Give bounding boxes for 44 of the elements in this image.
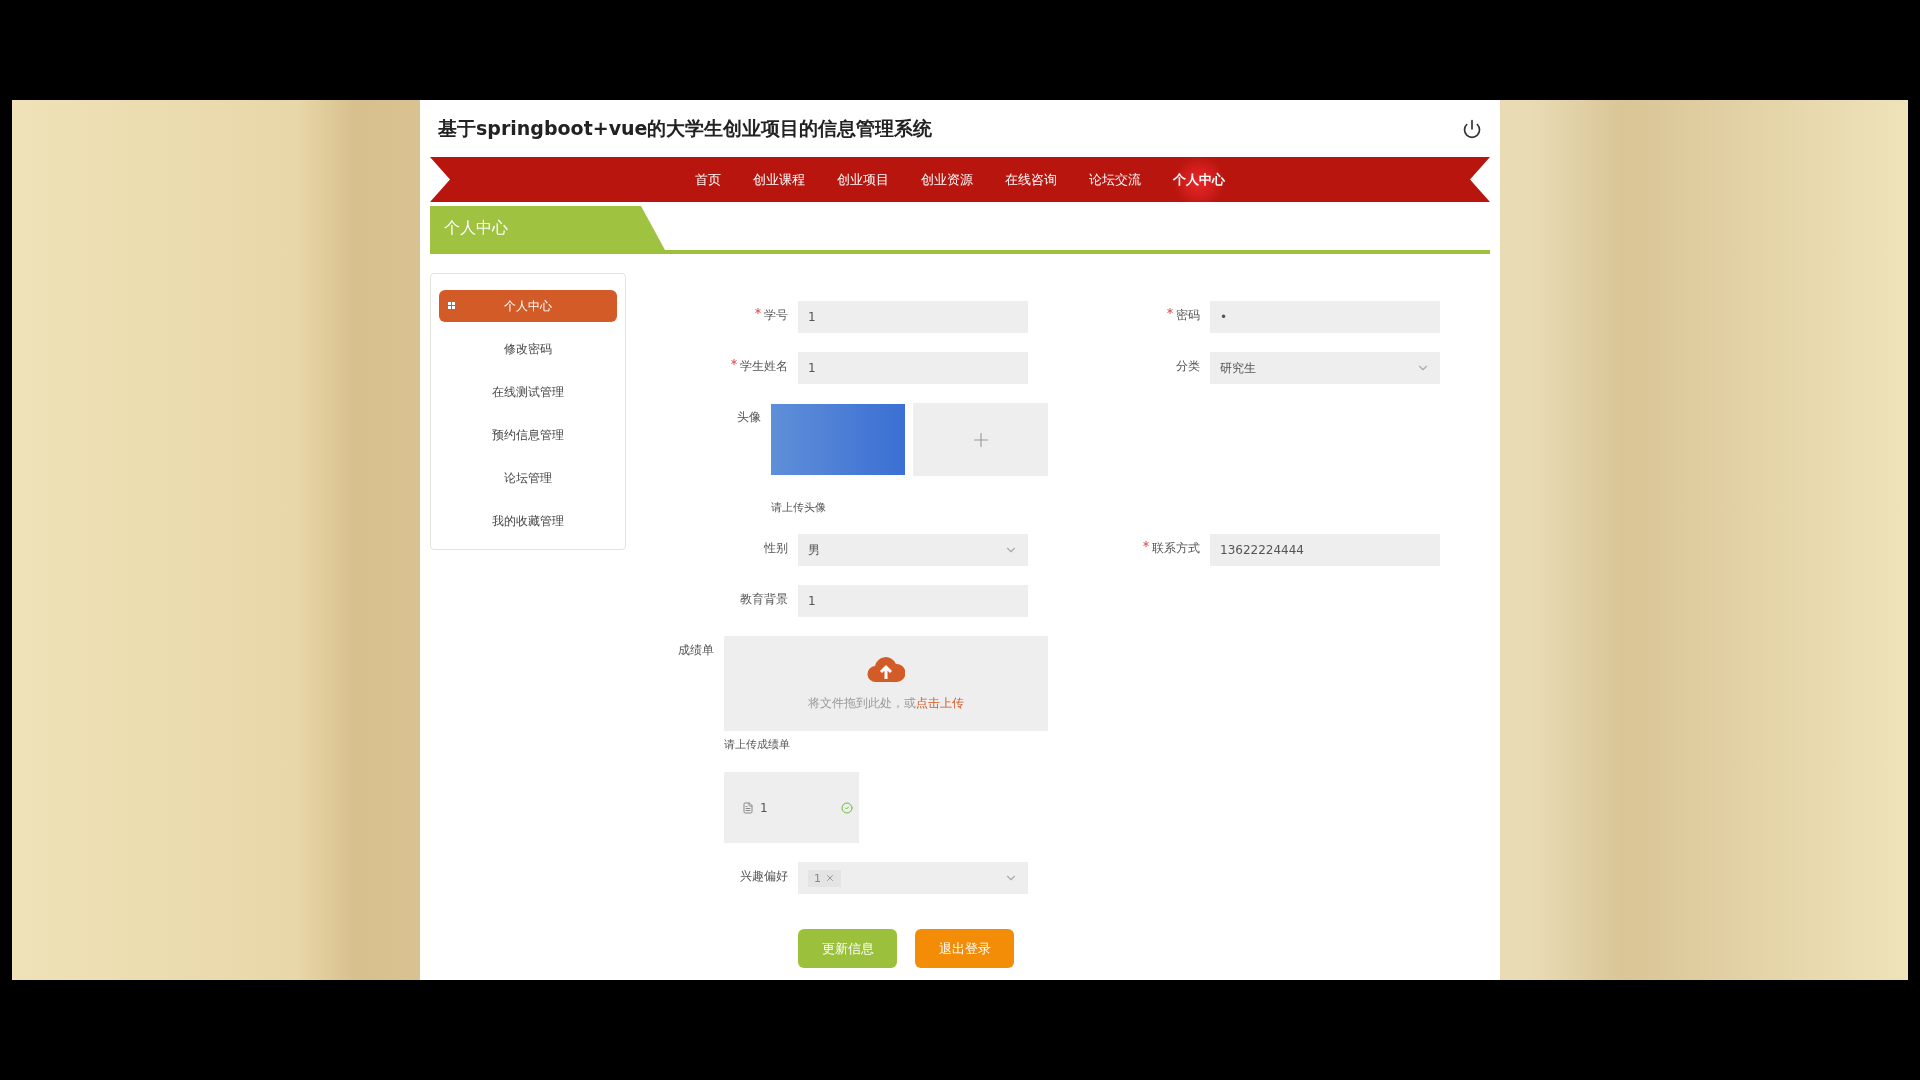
upload-hint: 请上传成绩单	[724, 737, 791, 752]
field-label: 性别	[763, 540, 789, 557]
nav-link[interactable]: 创业项目	[823, 157, 903, 202]
close-icon[interactable]	[825, 873, 835, 883]
nav-link[interactable]: 创业课程	[739, 157, 819, 202]
text-field[interactable]: 1	[798, 301, 1028, 333]
drop-instruction: 将文件拖到此处，或点击上传	[808, 695, 964, 712]
select-field[interactable]: 研究生	[1210, 352, 1440, 384]
upload-hint: 请上传头像	[771, 500, 827, 515]
text-field[interactable]: •	[1210, 301, 1440, 333]
app-title: 基于springboot+vue的大学生创业项目的信息管理系统	[438, 115, 933, 141]
file-drop-zone[interactable]: 将文件拖到此处，或点击上传	[724, 636, 1048, 731]
file-name: 1	[760, 800, 769, 815]
field-label: 成绩单	[677, 642, 715, 659]
select-field[interactable]: 男	[798, 534, 1028, 566]
field-label: 密码	[1048, 301, 1210, 329]
nav-link[interactable]: 创业资源	[907, 157, 987, 202]
field-label: 头像	[736, 409, 762, 426]
nav-link[interactable]: 在线咨询	[991, 157, 1071, 202]
field-label: 分类	[1175, 358, 1201, 375]
text-field[interactable]: 1	[798, 352, 1028, 384]
text-field[interactable]: 13622224444	[1210, 534, 1440, 566]
nav-link[interactable]: 首页	[681, 157, 735, 202]
sidebar-item[interactable]: 在线测试管理	[439, 376, 617, 408]
cloud-upload-icon	[867, 655, 905, 683]
file-icon	[742, 801, 754, 814]
power-button[interactable]	[1462, 118, 1482, 139]
field-label: 学生姓名	[636, 352, 798, 380]
upload-link[interactable]: 点击上传	[916, 696, 964, 710]
nav-link[interactable]: 论坛交流	[1075, 157, 1155, 202]
sidebar-item[interactable]: 我的收藏管理	[439, 505, 617, 537]
section-title: 个人中心	[430, 206, 665, 250]
sidebar-item[interactable]: 修改密码	[439, 333, 617, 365]
field-label: 联系方式	[1048, 534, 1210, 562]
tag: 1	[808, 869, 841, 887]
field-label: 教育背景	[739, 591, 789, 608]
field-label: 学号	[636, 301, 798, 329]
field-label: 兴趣偏好	[739, 868, 789, 885]
grid-icon	[448, 302, 455, 309]
text-field[interactable]: 1	[798, 585, 1028, 617]
file-card[interactable]: 1	[724, 772, 859, 843]
sidebar-item[interactable]: 个人中心	[439, 290, 617, 322]
sidebar-item[interactable]: 预约信息管理	[439, 419, 617, 451]
sidebar-item[interactable]: 论坛管理	[439, 462, 617, 494]
